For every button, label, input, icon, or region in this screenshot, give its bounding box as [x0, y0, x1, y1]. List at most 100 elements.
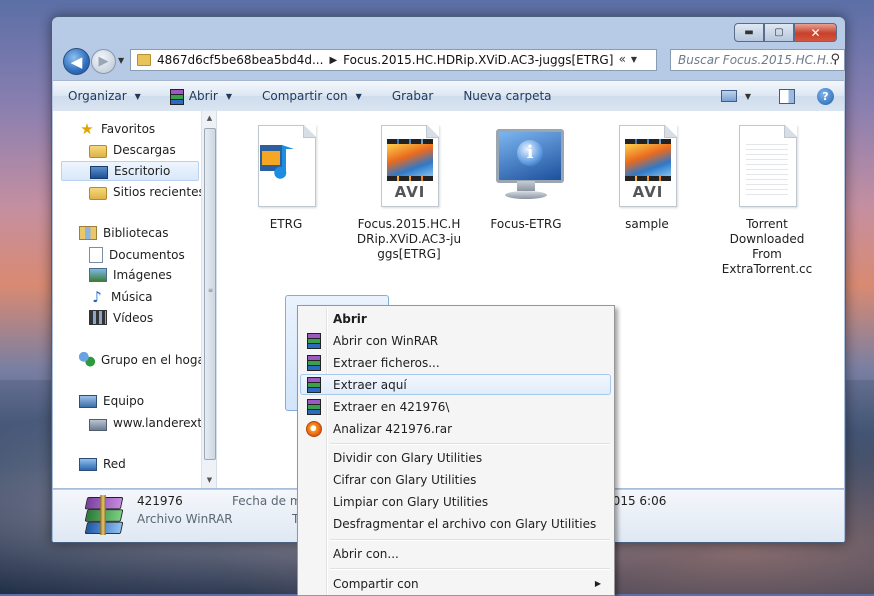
menu-label: Abrir con WinRAR	[333, 333, 439, 348]
images-icon	[89, 268, 107, 282]
menu-item-open[interactable]: Abrir	[300, 308, 611, 329]
nav-item-music[interactable]: ♪ Música	[89, 289, 152, 305]
menu-item-share-with[interactable]: Compartir con ▶	[300, 573, 611, 594]
file-name: Focus.2015.HC.H DRip.XViD.AC3-ju ggs[ETR…	[356, 217, 462, 261]
menu-label: Limpiar con Glary Utilities	[333, 494, 489, 509]
menu-separator	[330, 568, 610, 570]
avi-file-icon: AVI	[374, 125, 444, 209]
nav-item-network[interactable]: Red	[79, 457, 126, 471]
breadcrumb-expand-icon[interactable]: «	[619, 52, 626, 66]
share-button[interactable]: Compartir con ▼	[262, 89, 362, 103]
new-folder-button[interactable]: Nueva carpeta	[463, 89, 551, 103]
nav-item-recent[interactable]: Sitios recientes	[89, 184, 205, 200]
avi-file-icon: AVI	[612, 125, 682, 209]
file-item-sample[interactable]: AVI sample	[597, 125, 697, 232]
chevron-down-icon[interactable]: ▼	[745, 92, 751, 101]
menu-item-open-with[interactable]: Abrir con...	[300, 543, 611, 564]
nav-label: Sitios recientes	[113, 185, 205, 199]
preview-pane-icon[interactable]	[779, 88, 795, 104]
nav-item-libraries[interactable]: Bibliotecas	[79, 226, 168, 240]
libraries-icon	[79, 226, 97, 240]
share-label: Compartir con	[262, 89, 348, 103]
nav-item-documents[interactable]: Documentos	[89, 247, 185, 263]
menu-item-open-with-winrar[interactable]: Abrir con WinRAR	[300, 330, 611, 351]
navigation-pane: ★ Favoritos Descargas Escritorio Sitios r…	[53, 111, 217, 488]
menu-label: Compartir con	[333, 576, 419, 591]
menu-label: Dividir con Glary Utilities	[333, 450, 483, 465]
chevron-down-icon: ▼	[134, 91, 141, 101]
breadcrumb-current[interactable]: Focus.2015.HC.HDRip.XViD.AC3-juggs[ETRG]	[343, 53, 613, 67]
file-item-etrg[interactable]: ETRG	[236, 125, 336, 232]
nav-label: Red	[103, 457, 126, 471]
star-icon: ★	[80, 120, 94, 138]
forward-button[interactable]: ▶	[91, 49, 116, 74]
organize-button[interactable]: Organizar ▼	[68, 89, 141, 103]
menu-label: Analizar 421976.rar	[333, 421, 453, 436]
file-name: Torrent Downloaded From ExtraTorrent.cc	[721, 217, 813, 276]
menu-item-defrag[interactable]: Desfragmentar el archivo con Glary Utili…	[300, 513, 611, 534]
menu-item-split[interactable]: Dividir con Glary Utilities	[300, 447, 611, 468]
text-file-icon	[732, 125, 802, 209]
minimize-button[interactable]: ▬	[734, 23, 764, 42]
help-icon[interactable]: ?	[817, 87, 834, 105]
documents-icon	[89, 247, 103, 263]
open-button[interactable]: Abrir ▼	[169, 89, 232, 105]
nav-item-homegroup[interactable]: Grupo en el hogar	[79, 352, 210, 368]
network-drive-icon	[89, 419, 107, 431]
file-item-focus-etrg[interactable]: i Focus-ETRG	[476, 125, 576, 232]
menu-item-clean[interactable]: Limpiar con Glary Utilities	[300, 491, 611, 512]
nav-item-favorites[interactable]: ★ Favoritos	[79, 121, 155, 137]
nav-label: Favoritos	[101, 122, 156, 136]
menu-label: Extraer aquí	[333, 377, 407, 392]
analyze-icon	[306, 421, 322, 437]
address-dropdown-icon[interactable]: ▼	[631, 55, 637, 64]
search-input[interactable]: Buscar Focus.2015.HC.H... ⚲	[670, 49, 845, 71]
scroll-up-icon[interactable]: ▲	[202, 111, 216, 126]
burn-button[interactable]: Grabar	[392, 89, 434, 103]
menu-item-encrypt[interactable]: Cifrar con Glary Utilities	[300, 469, 611, 490]
scrollbar-thumb[interactable]: ≡	[204, 128, 216, 460]
recent-pages-dropdown-icon[interactable]: ▼	[118, 56, 124, 65]
winrar-icon	[306, 377, 321, 393]
menu-item-extract-to[interactable]: Extraer en 421976\	[300, 396, 611, 417]
file-name: sample	[625, 217, 669, 231]
nav-item-computer[interactable]: Equipo	[79, 394, 144, 408]
scroll-down-icon[interactable]: ▼	[202, 473, 216, 488]
file-item-focus-avi[interactable]: AVI Focus.2015.HC.H DRip.XViD.AC3-ju ggs…	[354, 125, 464, 262]
close-button[interactable]: ✕	[794, 23, 837, 42]
nav-label: Imágenes	[113, 268, 172, 282]
audio-graphic	[260, 145, 294, 179]
folder-icon	[137, 54, 151, 66]
file-item-torrent-txt[interactable]: Torrent Downloaded From ExtraTorrent.cc	[717, 125, 817, 277]
nav-label: Descargas	[113, 143, 176, 157]
audio-file-icon	[251, 125, 321, 209]
menu-item-analyze[interactable]: Analizar 421976.rar	[300, 418, 611, 439]
back-button[interactable]: ◀	[63, 48, 90, 75]
address-bar[interactable]: 4867d6cf5be68bea5bd4d... ▶ Focus.2015.HC…	[130, 49, 657, 71]
navigation-bar: ◀ ▶ ▼ 4867d6cf5be68bea5bd4d... ▶ Focus.2…	[60, 45, 845, 77]
film-strip-icon	[89, 310, 107, 325]
file-name: Focus-ETRG	[490, 217, 562, 231]
file-name: ETRG	[269, 217, 303, 231]
breadcrumb-hash[interactable]: 4867d6cf5be68bea5bd4d...	[157, 53, 323, 67]
network-icon	[79, 457, 97, 471]
menu-item-extract-here[interactable]: Extraer aquí	[300, 374, 611, 395]
nav-item-desktop[interactable]: Escritorio	[61, 161, 199, 181]
grip-icon: ≡	[208, 287, 214, 294]
menu-item-extract-files[interactable]: Extraer ficheros...	[300, 352, 611, 373]
search-icon[interactable]: ⚲	[830, 52, 840, 67]
nav-item-downloads[interactable]: Descargas	[89, 142, 176, 158]
context-menu: Abrir Abrir con WinRAR Extraer ficheros.…	[297, 305, 615, 596]
nav-label: Escritorio	[114, 164, 171, 178]
nav-item-images[interactable]: Imágenes	[89, 268, 172, 282]
nav-item-videos[interactable]: Vídeos	[89, 310, 153, 325]
details-file-type: Archivo WinRAR	[137, 512, 233, 526]
nav-item-drive[interactable]: www.landerextre	[89, 415, 214, 431]
nav-pane-scrollbar[interactable]: ▲ ≡ ▼	[201, 111, 216, 488]
change-view-icon[interactable]	[720, 90, 737, 102]
breadcrumb-separator-icon[interactable]: ▶	[329, 55, 337, 66]
winrar-icon	[306, 399, 321, 415]
winrar-icon	[306, 333, 321, 349]
open-label: Abrir	[188, 89, 218, 103]
maximize-button[interactable]: ▢	[764, 23, 794, 42]
